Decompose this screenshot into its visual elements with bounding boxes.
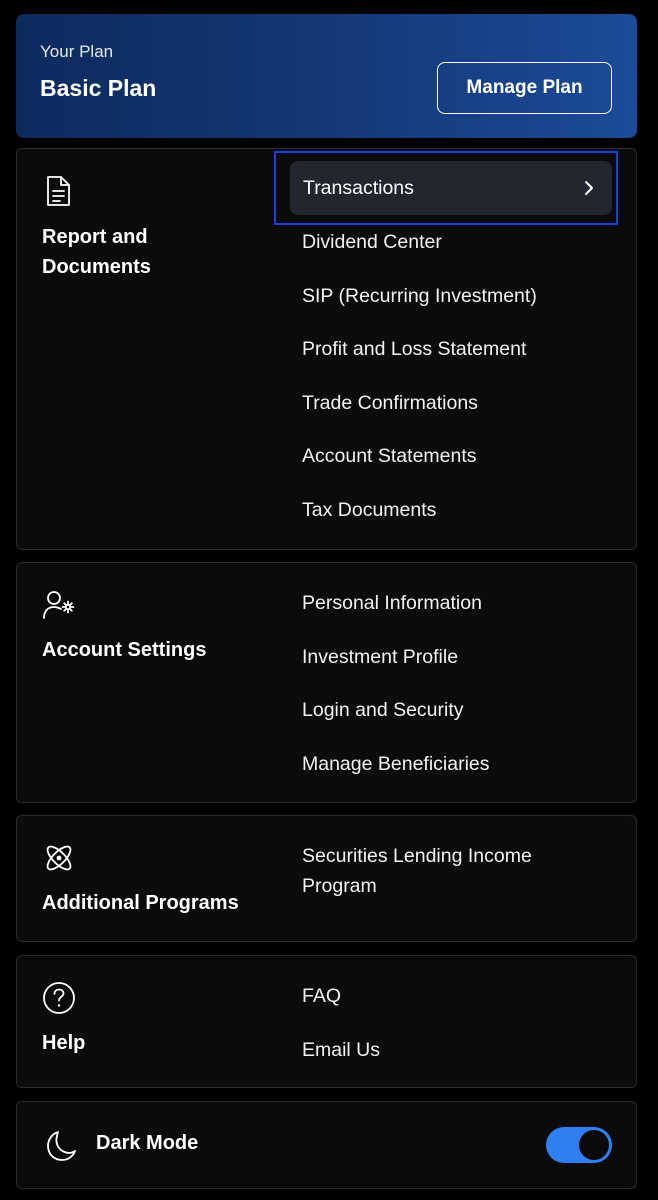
dark-mode-label: Dark Mode [96, 1132, 199, 1154]
menu-item-securities-lending[interactable]: Securities Lending Income Program [302, 841, 602, 901]
atom-icon [42, 841, 76, 875]
dark-mode-section: Dark Mode [16, 1101, 637, 1189]
plan-card: Your Plan Basic Plan Manage Plan [16, 14, 637, 138]
plan-name: Basic Plan [40, 75, 157, 101]
menu-item-tax-documents[interactable]: Tax Documents [302, 495, 436, 525]
menu-item-trade-confirmations[interactable]: Trade Confirmations [302, 388, 478, 418]
dark-mode-toggle[interactable] [546, 1127, 612, 1163]
moon-icon [44, 1129, 78, 1163]
selection-highlight [274, 151, 618, 225]
menu-item-sip[interactable]: SIP (Recurring Investment) [302, 281, 537, 311]
help-title: Help [42, 1032, 86, 1054]
toggle-knob [579, 1130, 609, 1160]
menu-item-faq[interactable]: FAQ [302, 981, 341, 1011]
programs-section: Additional Programs Securities Lending I… [16, 815, 637, 942]
user-settings-icon [42, 588, 76, 622]
menu-item-account-statements[interactable]: Account Statements [302, 441, 477, 471]
account-section: Account Settings Personal Information In… [16, 562, 637, 803]
programs-title: Additional Programs [42, 892, 239, 914]
menu-item-investment-profile[interactable]: Investment Profile [302, 642, 458, 672]
menu-item-email-us[interactable]: Email Us [302, 1035, 380, 1065]
question-circle-icon [42, 981, 76, 1015]
menu-item-personal-information[interactable]: Personal Information [302, 588, 482, 618]
manage-plan-button[interactable]: Manage Plan [437, 62, 612, 114]
reports-title: Report and Documents [42, 226, 151, 278]
help-section: Help FAQ Email Us [16, 955, 637, 1088]
menu-item-dividend-center[interactable]: Dividend Center [302, 227, 442, 257]
menu-item-login-security[interactable]: Login and Security [302, 695, 464, 725]
menu-item-profit-and-loss[interactable]: Profit and Loss Statement [302, 334, 526, 364]
plan-caption: Your Plan [40, 42, 114, 61]
account-title: Account Settings [42, 639, 207, 661]
document-icon [42, 174, 76, 208]
menu-item-manage-beneficiaries[interactable]: Manage Beneficiaries [302, 749, 490, 779]
